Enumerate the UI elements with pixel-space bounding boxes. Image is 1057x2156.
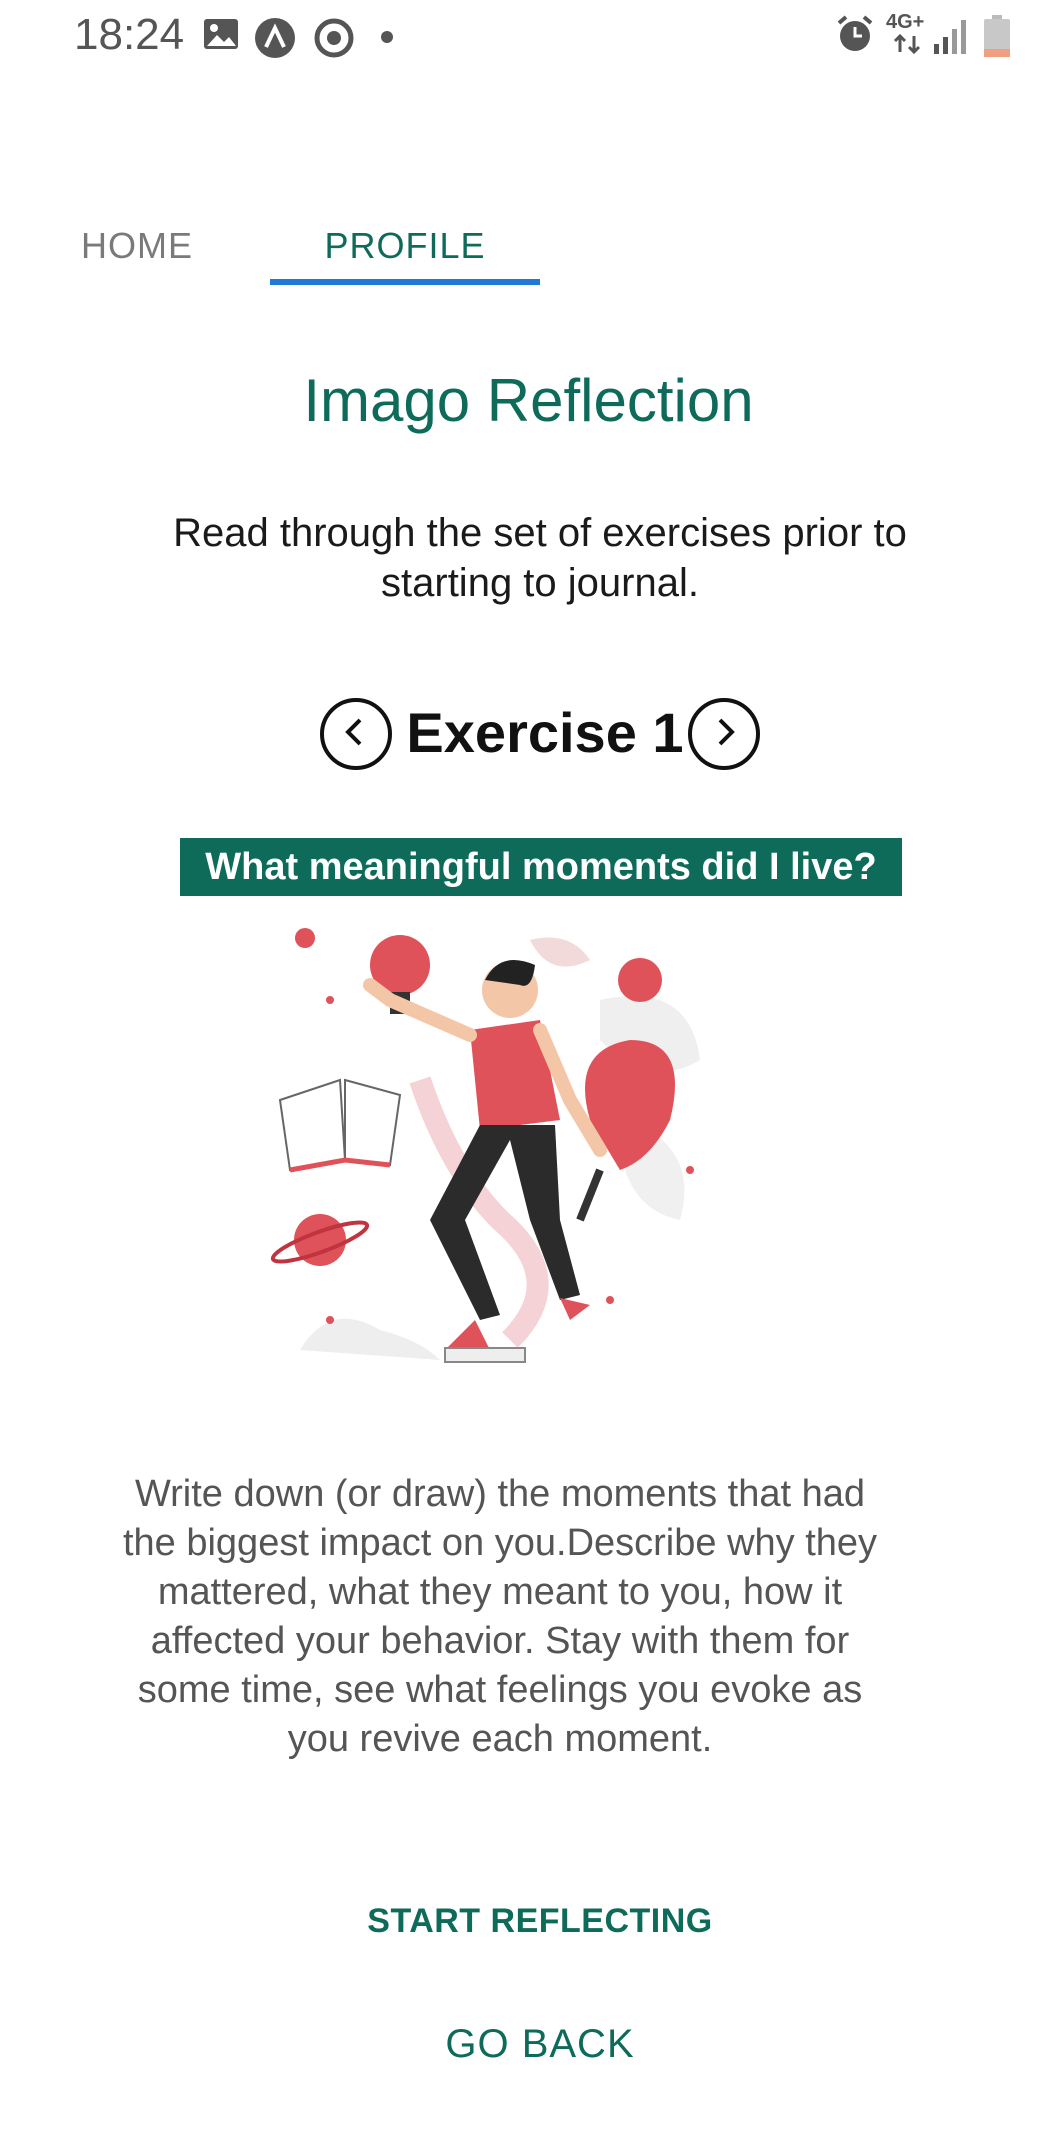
exercise-question: What meaningful moments did I live? <box>180 838 902 896</box>
network-type-label: 4G+ <box>886 11 925 33</box>
active-tab-indicator <box>270 279 540 285</box>
alarm-icon <box>835 14 875 59</box>
exercise-title: Exercise 1 <box>406 701 684 764</box>
tab-profile[interactable]: PROFILE <box>270 225 540 267</box>
notification-dot-icon <box>380 30 394 44</box>
tab-home[interactable]: HOME <box>62 225 212 267</box>
go-back-button[interactable]: GO BACK <box>340 2022 740 2067</box>
battery-icon <box>982 14 1012 63</box>
start-reflecting-button[interactable]: START REFLECTING <box>300 1902 780 1941</box>
exercise-illustration <box>270 920 770 1380</box>
app-logo-icon <box>253 16 297 60</box>
gallery-icon <box>202 16 240 52</box>
status-time: 18:24 <box>74 10 185 59</box>
intro-text: Read through the set of exercises prior … <box>173 511 907 605</box>
next-exercise-button[interactable] <box>688 698 760 770</box>
chevron-left-icon <box>338 714 374 755</box>
data-arrows-icon <box>892 33 922 59</box>
exercise-description: Write down (or draw) the moments that ha… <box>122 1473 878 1760</box>
chevron-right-icon <box>706 714 742 755</box>
page-title: Imago Reflection <box>303 367 754 434</box>
previous-exercise-button[interactable] <box>320 698 392 770</box>
signal-icon <box>932 16 972 61</box>
sync-icon <box>312 16 356 60</box>
